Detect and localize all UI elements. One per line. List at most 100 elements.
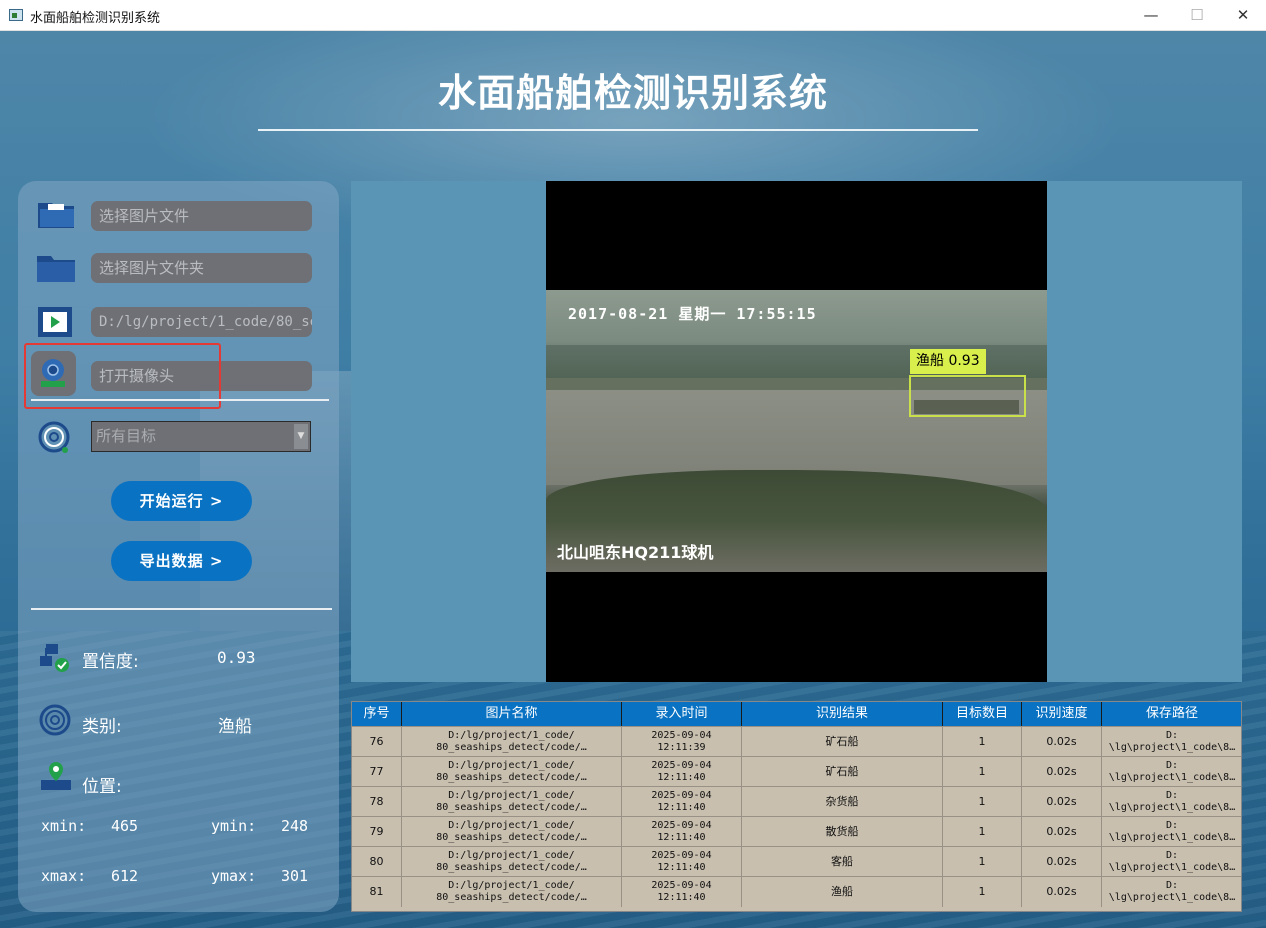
header-index[interactable]: 序号	[352, 702, 402, 726]
close-button[interactable]: ✕	[1220, 0, 1266, 31]
class-value: 渔船	[218, 717, 252, 737]
table-row[interactable]: 80 D:/lg/project/1_code/ 80_seaships_dete…	[352, 846, 1241, 877]
page-title: 水面船舶检测识别系统	[437, 71, 828, 115]
row-index: 81	[352, 877, 402, 907]
xmax-value: 612	[111, 867, 139, 885]
row-speed: 0.02s	[1022, 727, 1102, 757]
class-label: 类别:	[82, 717, 122, 737]
row-image-name: D:/lg/project/1_code/ 80_seaships_detect…	[402, 847, 622, 877]
row-save-path: D: \lg\project\1_code\8…	[1102, 847, 1241, 877]
table-header: 序号 图片名称 录入时间 识别结果 目标数目 识别速度 保存路径	[352, 702, 1241, 726]
row-image-name: D:/lg/project/1_code/ 80_seaships_detect…	[402, 727, 622, 757]
image-folder-input[interactable]: 选择图片文件夹	[91, 253, 312, 283]
image-file-icon[interactable]	[34, 195, 78, 239]
row-entry-time: 2025-09-04 12:11:40	[622, 817, 742, 847]
row-entry-time: 2025-09-04 12:11:40	[622, 877, 742, 907]
class-icon	[38, 703, 82, 747]
minimize-button[interactable]: —	[1128, 0, 1174, 31]
window-title: 水面船舶检测识别系统	[30, 11, 161, 26]
position-label: 位置:	[82, 777, 122, 797]
header-target-count[interactable]: 目标数目	[943, 702, 1022, 726]
header-image-name[interactable]: 图片名称	[402, 702, 622, 726]
row-speed: 0.02s	[1022, 847, 1102, 877]
video-icon[interactable]	[34, 301, 78, 345]
row-index: 79	[352, 817, 402, 847]
detection-label: 渔船 0.93	[910, 349, 986, 374]
header-speed[interactable]: 识别速度	[1022, 702, 1102, 726]
panel-divider-top	[31, 399, 329, 401]
confidence-icon	[38, 641, 82, 685]
header-save-path[interactable]: 保存路径	[1102, 702, 1241, 726]
row-target-count: 1	[943, 757, 1022, 787]
row-save-path: D: \lg\project\1_code\8…	[1102, 817, 1241, 847]
location-icon	[38, 760, 82, 804]
detection-image	[546, 290, 1047, 572]
ymax-label: ymax:	[211, 867, 257, 885]
detection-bounding-box	[909, 375, 1026, 417]
row-save-path: D: \lg\project\1_code\8…	[1102, 727, 1241, 757]
table-row[interactable]: 78 D:/lg/project/1_code/ 80_seaships_dete…	[352, 786, 1241, 817]
row-index: 77	[352, 757, 402, 787]
row-save-path: D: \lg\project\1_code\8…	[1102, 787, 1241, 817]
table-row[interactable]: 77 D:/lg/project/1_code/ 80_seaships_dete…	[352, 756, 1241, 787]
row-index: 78	[352, 787, 402, 817]
table-row[interactable]: 81 D:/lg/project/1_code/ 80_seaships_dete…	[352, 876, 1241, 907]
export-data-button[interactable]: 导出数据 >	[111, 541, 252, 581]
row-result: 客船	[742, 847, 943, 877]
target-icon	[37, 420, 81, 464]
video-timestamp: 2017-08-21 星期一 17:55:15	[568, 305, 817, 323]
row-save-path: D: \lg\project\1_code\8…	[1102, 877, 1241, 907]
title-underline	[258, 129, 978, 131]
row-save-path: D: \lg\project\1_code\8…	[1102, 757, 1241, 787]
start-run-button[interactable]: 开始运行 >	[111, 481, 252, 521]
row-target-count: 1	[943, 727, 1022, 757]
row-speed: 0.02s	[1022, 817, 1102, 847]
target-select-value: 所有目标	[96, 427, 157, 445]
row-speed: 0.02s	[1022, 877, 1102, 907]
ymin-label: ymin:	[211, 817, 257, 835]
target-select[interactable]: 所有目标 ▼	[91, 421, 311, 452]
table-row[interactable]: 79 D:/lg/project/1_code/ 80_seaships_dete…	[352, 816, 1241, 847]
row-target-count: 1	[943, 787, 1022, 817]
row-speed: 0.02s	[1022, 757, 1102, 787]
row-entry-time: 2025-09-04 12:11:39	[622, 727, 742, 757]
ymin-value: 248	[281, 817, 309, 835]
confidence-value: 0.93	[217, 648, 256, 667]
row-image-name: D:/lg/project/1_code/ 80_seaships_detect…	[402, 817, 622, 847]
image-file-input[interactable]: 选择图片文件	[91, 201, 312, 231]
xmax-label: xmax:	[41, 867, 87, 885]
folder-icon[interactable]	[34, 248, 78, 292]
row-entry-time: 2025-09-04 12:11:40	[622, 757, 742, 787]
chevron-down-icon[interactable]: ▼	[294, 424, 308, 449]
row-image-name: D:/lg/project/1_code/ 80_seaships_detect…	[402, 757, 622, 787]
row-target-count: 1	[943, 817, 1022, 847]
panel-divider-bottom	[31, 608, 332, 610]
xmin-label: xmin:	[41, 817, 87, 835]
xmin-value: 465	[111, 817, 139, 835]
camera-name-overlay: 北山咀东HQ211球机	[557, 543, 714, 562]
window-titlebar: 水面船舶检测识别系统 — ☐ ✕	[0, 0, 1266, 31]
table-row[interactable]: 76 D:/lg/project/1_code/ 80_seaships_dete…	[352, 726, 1241, 757]
row-index: 80	[352, 847, 402, 877]
row-result: 矿石船	[742, 757, 943, 787]
row-index: 76	[352, 727, 402, 757]
header-result[interactable]: 识别结果	[742, 702, 943, 726]
row-entry-time: 2025-09-04 12:11:40	[622, 787, 742, 817]
row-target-count: 1	[943, 847, 1022, 877]
row-result: 矿石船	[742, 727, 943, 757]
video-file-input[interactable]: D:/lg/project/1_code/80_seaships_detect	[91, 307, 312, 337]
row-result: 散货船	[742, 817, 943, 847]
row-image-name: D:/lg/project/1_code/ 80_seaships_detect…	[402, 787, 622, 817]
confidence-label: 置信度:	[82, 652, 139, 672]
row-image-name: D:/lg/project/1_code/ 80_seaships_detect…	[402, 877, 622, 907]
row-entry-time: 2025-09-04 12:11:40	[622, 847, 742, 877]
row-result: 杂货船	[742, 787, 943, 817]
row-target-count: 1	[943, 877, 1022, 907]
row-result: 渔船	[742, 877, 943, 907]
row-speed: 0.02s	[1022, 787, 1102, 817]
maximize-button[interactable]: ☐	[1174, 0, 1220, 31]
ymax-value: 301	[281, 867, 309, 885]
header-entry-time[interactable]: 录入时间	[622, 702, 742, 726]
results-table: 序号 图片名称 录入时间 识别结果 目标数目 识别速度 保存路径 76 D:/lg…	[351, 701, 1242, 912]
app-icon	[9, 9, 23, 21]
